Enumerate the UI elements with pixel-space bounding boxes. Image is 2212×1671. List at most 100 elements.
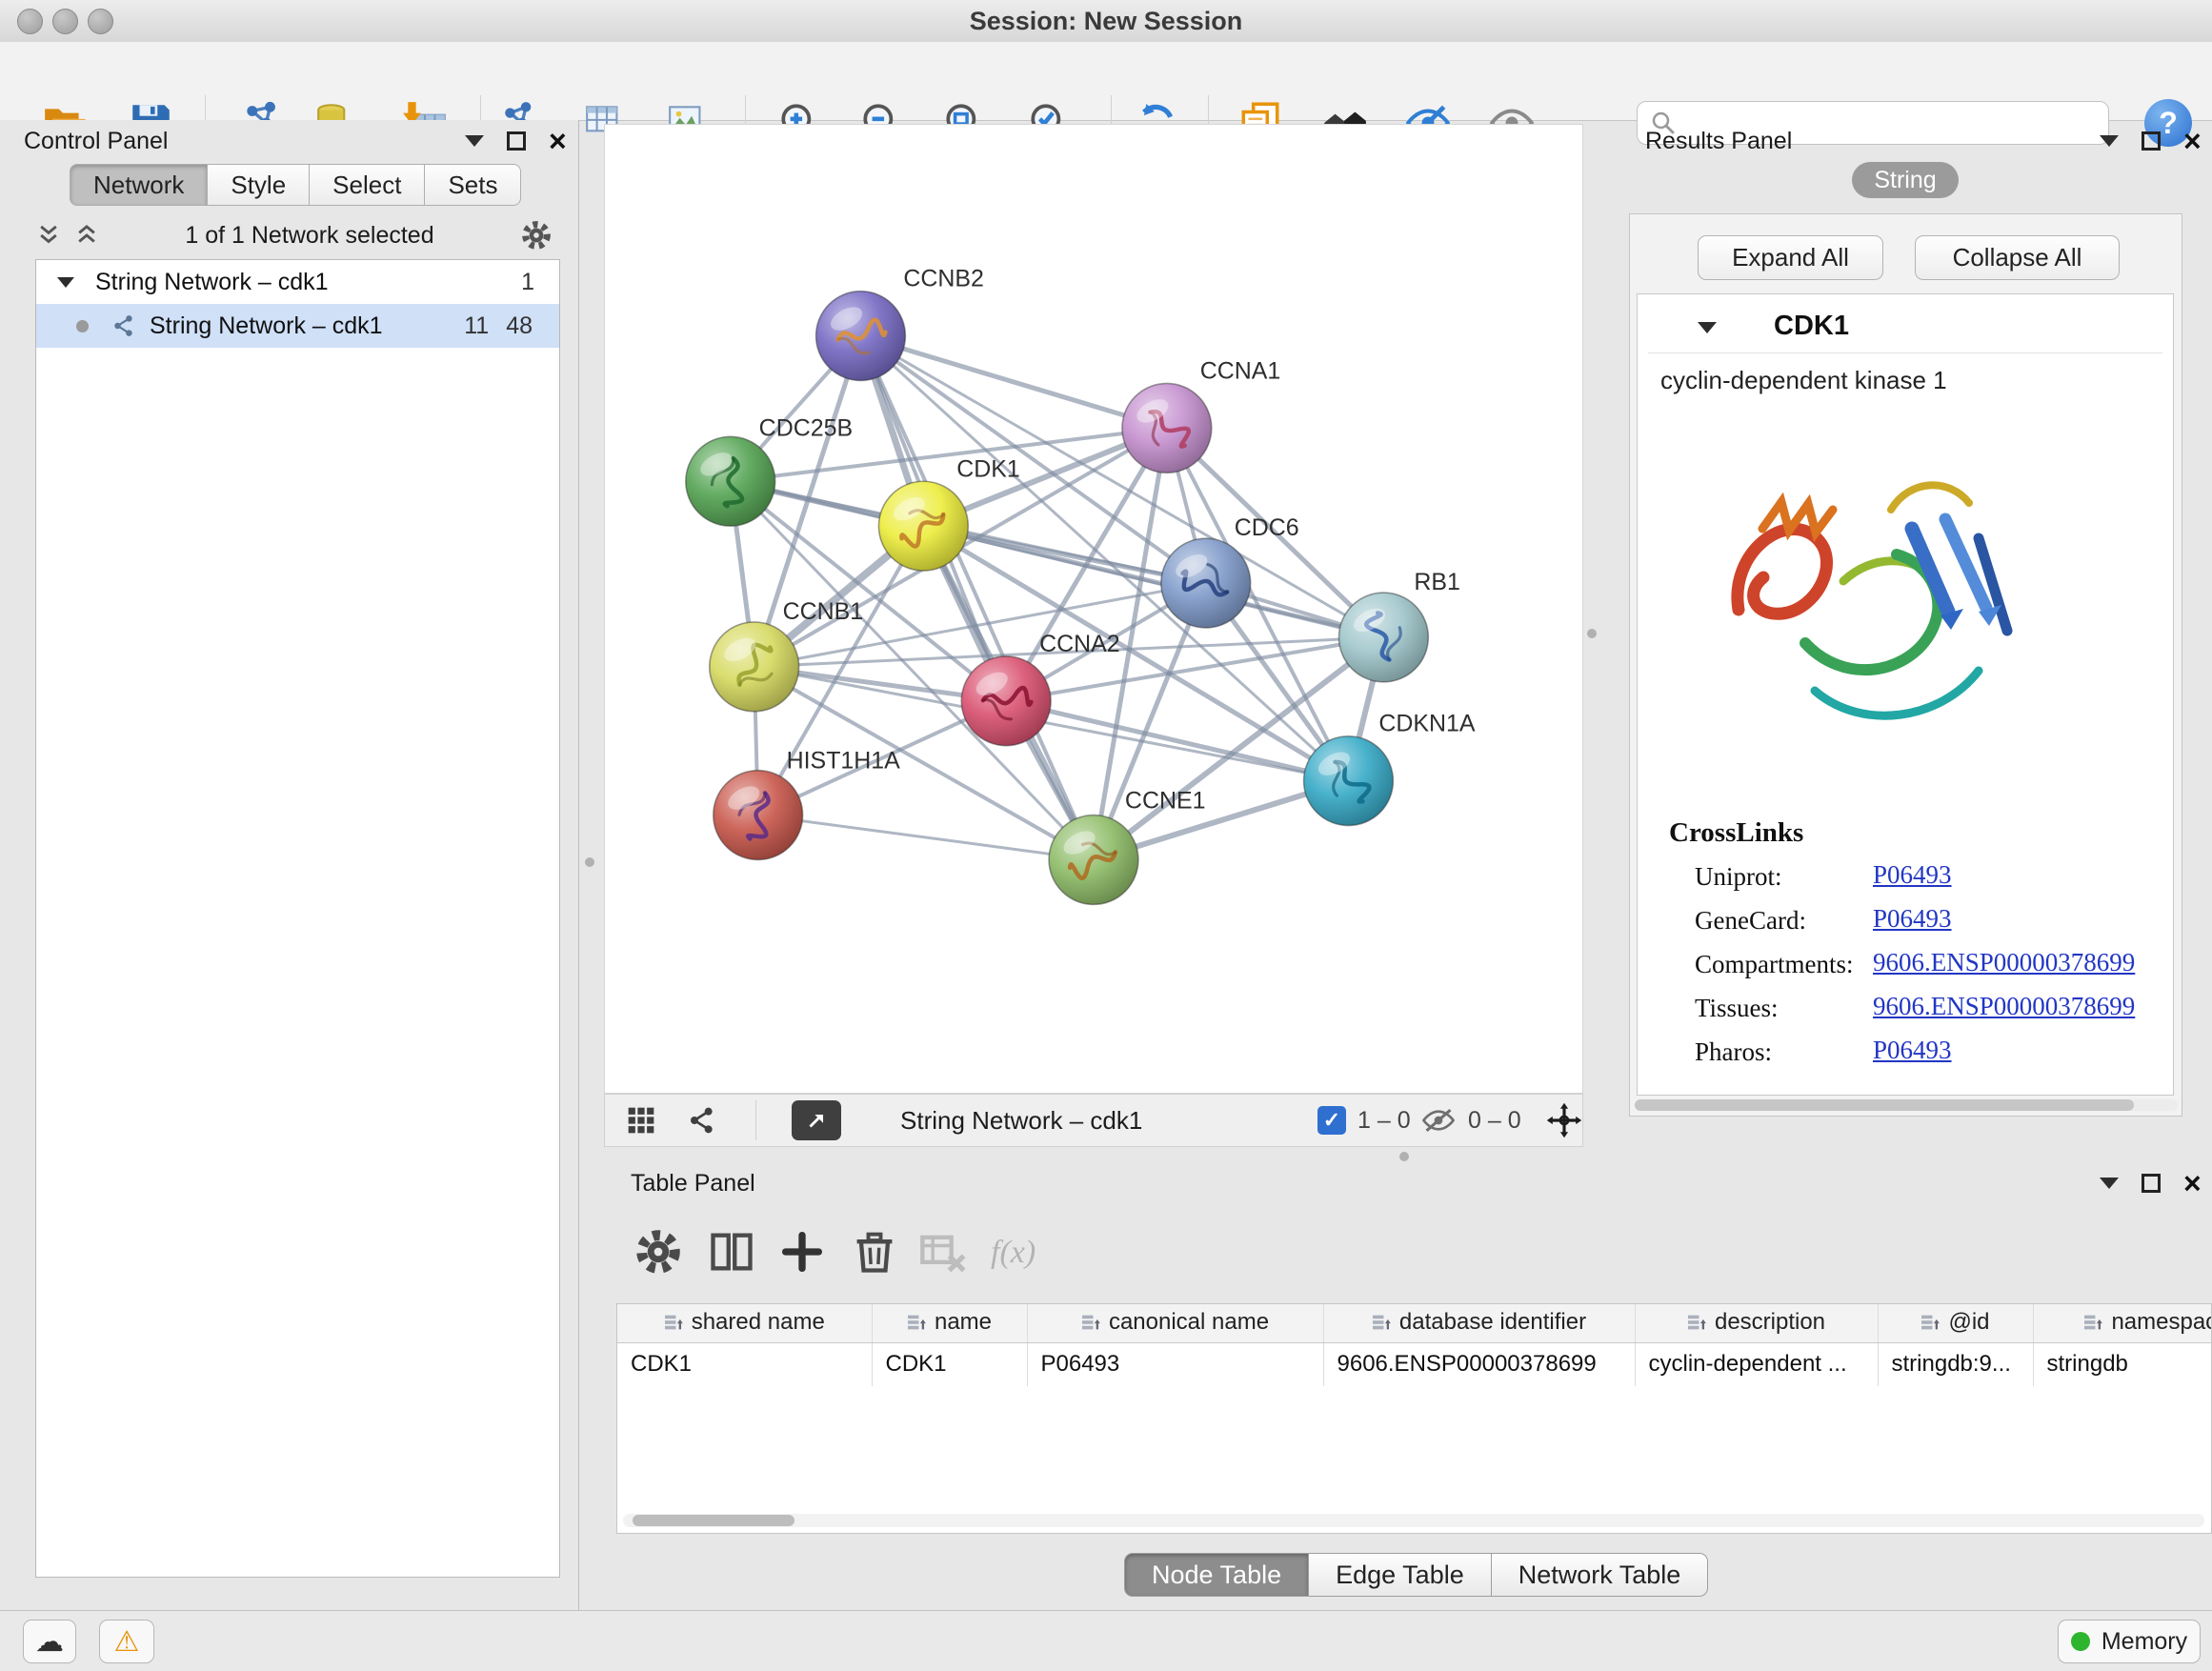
selected-count: 1 – 0 — [1357, 1107, 1411, 1135]
edge-CDK1-RB1[interactable] — [923, 526, 1383, 637]
splitter-grip[interactable] — [585, 857, 594, 867]
compartments-link[interactable]: 9606.ENSP00000378699 — [1873, 948, 2135, 977]
splitter-grip[interactable] — [1399, 1152, 1409, 1161]
hidden-eye-icon[interactable] — [1420, 1107, 1457, 1134]
crosslink-label: Compartments: — [1695, 950, 1853, 979]
table-tabs: Node Table Edge Table Network Table — [1124, 1553, 1708, 1597]
window-title: Session: New Session — [0, 0, 2212, 42]
network-canvas[interactable]: CCNB2CCNA1CDC25BCDK1CDC6RB1CCNB1CCNA2CDK… — [604, 124, 1583, 1094]
collection-disclosure-icon[interactable] — [57, 277, 74, 288]
float-panel-icon[interactable] — [2142, 131, 2161, 151]
network-row[interactable]: String Network – cdk1 11 48 — [36, 304, 559, 348]
edge-CCNB2-CCNE1[interactable] — [860, 336, 1094, 860]
control-panel-tabs: Network Style Select Sets — [70, 164, 521, 206]
sort-icon — [1687, 1314, 1706, 1331]
node-label: CDKN1A — [1378, 711, 1476, 737]
cloud-status-button[interactable]: ☁ — [23, 1620, 76, 1663]
float-panel-icon[interactable] — [507, 131, 526, 151]
node-label: HIST1H1A — [787, 748, 901, 775]
tissues-link[interactable]: 9606.ENSP00000378699 — [1873, 992, 2135, 1021]
edge-CCNB2-CCNA1[interactable] — [860, 336, 1166, 429]
tab-string[interactable]: String — [1852, 162, 1959, 198]
column-header-shared-name[interactable]: shared name — [617, 1304, 872, 1342]
node-CDC25B[interactable] — [686, 436, 775, 526]
panel-menu-icon[interactable] — [2100, 1178, 2119, 1189]
add-column-icon[interactable] — [777, 1227, 827, 1277]
protein-collapse-icon[interactable] — [1698, 322, 1717, 333]
node-label: RB1 — [1414, 569, 1460, 595]
float-panel-icon[interactable] — [2142, 1174, 2161, 1193]
node-CCNB1[interactable] — [710, 622, 799, 712]
column-header-namespace[interactable]: namespace — [2033, 1304, 2212, 1342]
warnings-button[interactable]: ⚠ — [99, 1620, 154, 1663]
network-mode-icon[interactable] — [687, 1105, 717, 1136]
tab-edge-table[interactable]: Edge Table — [1309, 1553, 1492, 1597]
sort-icon — [907, 1314, 926, 1331]
network-view-toolbar: String Network – cdk1 ✓ 1 – 0 0 – 0 — [604, 1094, 1583, 1147]
tab-select[interactable]: Select — [310, 164, 425, 206]
tab-style[interactable]: Style — [208, 164, 310, 206]
memory-button[interactable]: Memory — [2058, 1620, 2201, 1663]
close-window-button[interactable] — [17, 9, 43, 34]
collapse-all-button[interactable]: Collapse All — [1915, 235, 2120, 280]
gear-icon[interactable] — [520, 219, 553, 252]
node-CCNA1[interactable] — [1122, 383, 1212, 473]
grid-mode-icon[interactable] — [626, 1105, 656, 1136]
column-header-canonical-name[interactable]: canonical name — [1027, 1304, 1323, 1342]
network-collection-row[interactable]: String Network – cdk1 1 — [36, 260, 559, 304]
results-panel-title: Results Panel — [1645, 128, 1792, 155]
node-CDC6[interactable] — [1161, 538, 1251, 628]
results-scrollbar-track[interactable] — [1635, 1099, 2178, 1111]
genecard-link[interactable]: P06493 — [1873, 904, 1952, 934]
table-row[interactable]: CDK1 CDK1 P06493 9606.ENSP00000378699 cy… — [617, 1342, 2212, 1386]
close-panel-icon[interactable]: × — [2183, 1174, 2202, 1193]
column-header-database-identifier[interactable]: database identifier — [1323, 1304, 1635, 1342]
table-settings-gear-icon[interactable] — [633, 1227, 683, 1277]
collection-count: 1 — [521, 269, 534, 296]
node-CCNB2[interactable] — [816, 292, 906, 381]
minimize-window-button[interactable] — [52, 9, 78, 34]
delete-column-trash-icon[interactable] — [850, 1227, 899, 1277]
network-node-count: 11 — [464, 312, 489, 340]
crosslink-label: Tissues: — [1695, 994, 1779, 1023]
node-RB1[interactable] — [1338, 593, 1428, 682]
node-CDKN1A[interactable] — [1304, 736, 1394, 826]
expand-all-icon[interactable] — [74, 223, 99, 248]
node-HIST1H1A[interactable] — [714, 771, 803, 860]
pharos-link[interactable]: P06493 — [1873, 1036, 1952, 1065]
close-panel-icon[interactable]: × — [549, 131, 567, 151]
node-CDK1[interactable] — [878, 481, 968, 571]
protein-name: CDK1 — [1774, 311, 1849, 342]
expand-all-button[interactable]: Expand All — [1698, 235, 1883, 280]
node-CCNA2[interactable] — [961, 656, 1051, 746]
zoom-window-button[interactable] — [88, 9, 113, 34]
column-header-name[interactable]: name — [872, 1304, 1027, 1342]
edge-HIST1H1A-CCNE1[interactable] — [758, 815, 1094, 860]
collapse-all-icon[interactable] — [36, 223, 61, 248]
results-scrollbar-thumb[interactable] — [1635, 1099, 2134, 1111]
uniprot-link[interactable]: P06493 — [1873, 860, 1952, 890]
divider — [1648, 352, 2162, 353]
column-header-id[interactable]: @id — [1878, 1304, 2033, 1342]
network-selection-status: 1 of 1 Network selected — [99, 222, 520, 250]
panel-menu-icon[interactable] — [2100, 135, 2119, 147]
splitter-grip[interactable] — [1587, 629, 1597, 638]
selected-checkbox-icon[interactable]: ✓ — [1317, 1106, 1346, 1135]
node-table-container: shared name name canonical name database… — [616, 1303, 2212, 1534]
column-header-description[interactable]: description — [1635, 1304, 1878, 1342]
node-label: CDK1 — [956, 455, 1020, 482]
show-columns-icon[interactable] — [707, 1227, 756, 1277]
panel-menu-icon[interactable] — [465, 135, 484, 147]
close-panel-icon[interactable]: × — [2183, 131, 2202, 151]
tab-network[interactable]: Network — [70, 164, 208, 206]
node-CCNE1[interactable] — [1049, 815, 1138, 905]
sort-icon — [1920, 1314, 1940, 1331]
tab-sets[interactable]: Sets — [425, 164, 521, 206]
tab-node-table[interactable]: Node Table — [1124, 1553, 1309, 1597]
table-hscrollbar-thumb[interactable] — [633, 1515, 794, 1526]
birds-eye-view-button[interactable] — [792, 1100, 841, 1140]
tab-network-table[interactable]: Network Table — [1492, 1553, 1709, 1597]
crosshair-move-icon[interactable] — [1546, 1102, 1582, 1138]
table-hscrollbar-track[interactable] — [623, 1514, 2204, 1527]
crosslink-label: GeneCard: — [1695, 906, 1806, 936]
